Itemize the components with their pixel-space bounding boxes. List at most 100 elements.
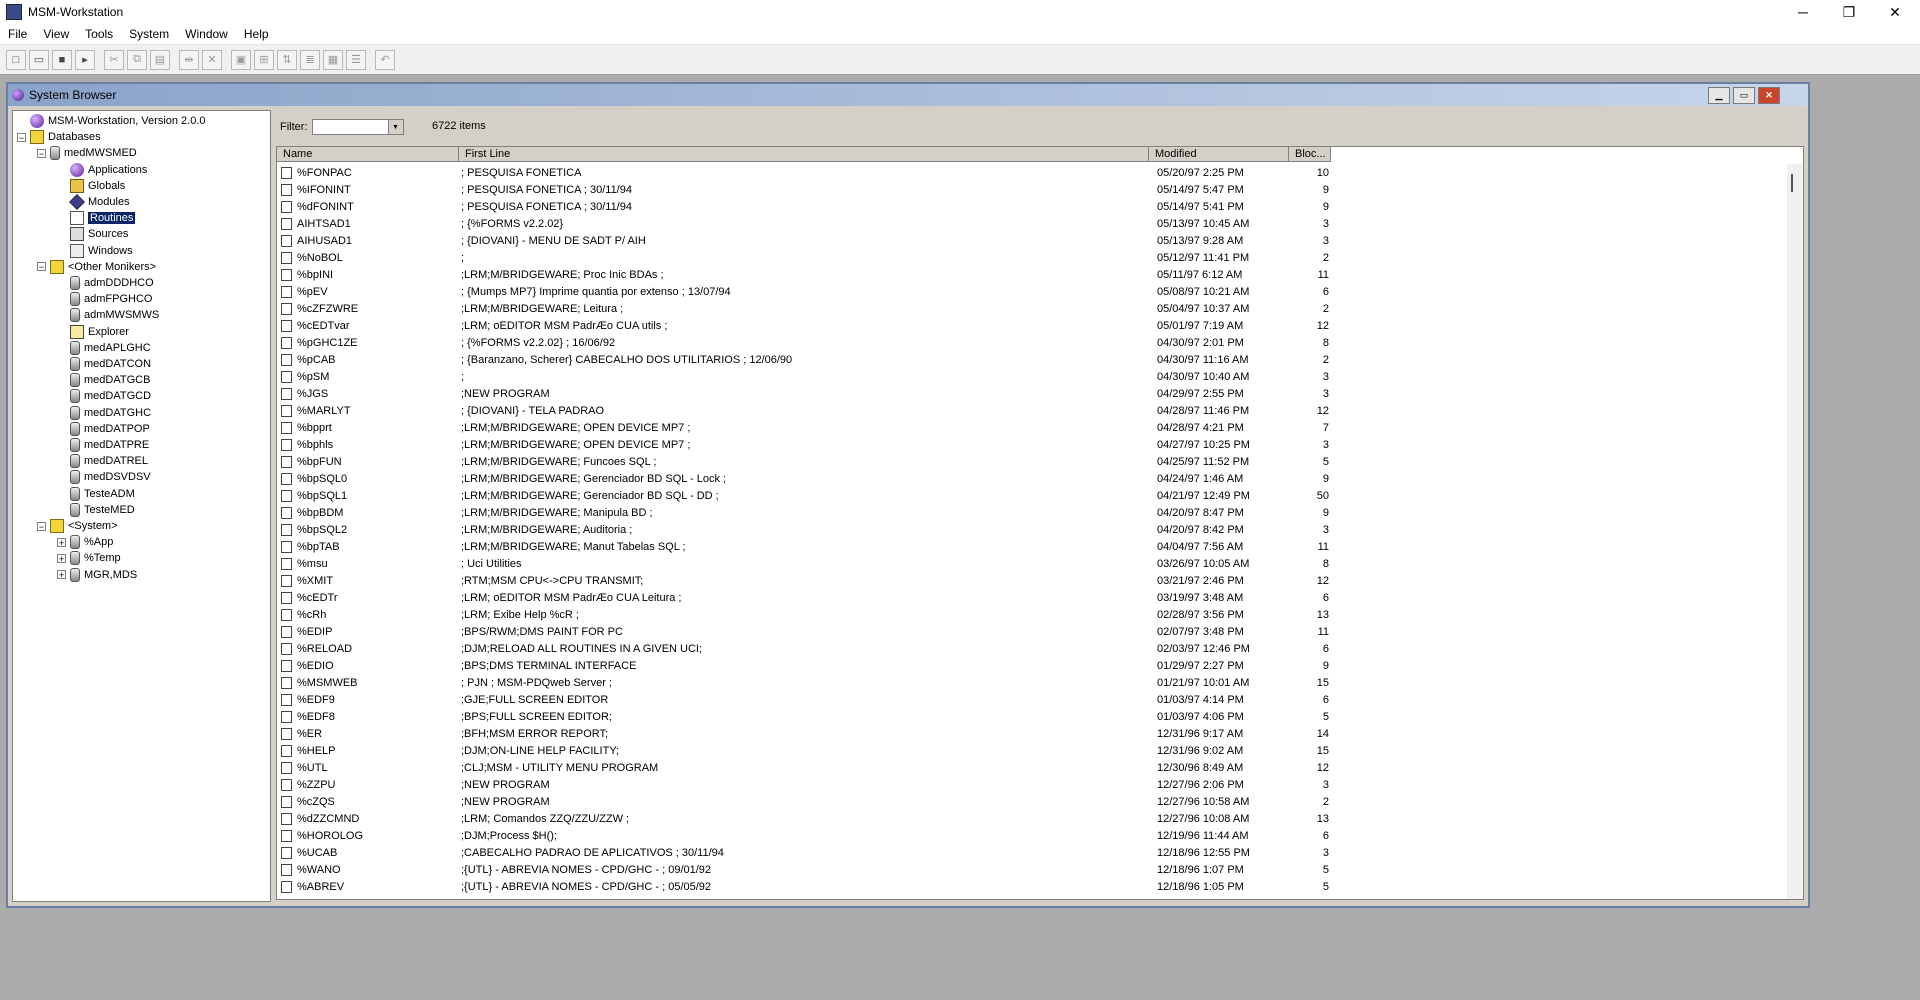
tree-node[interactable]: admFPGHCO: [57, 291, 152, 307]
column-header-modified[interactable]: Modified: [1149, 147, 1289, 162]
table-row[interactable]: %dZZCMND ;LRM; Comandos ZZQ/ZZU/ZZW ; 12/2…: [277, 810, 1785, 827]
undo-icon[interactable]: ↶: [375, 49, 395, 70]
tree-node[interactable]: Globals: [57, 178, 125, 194]
table-row[interactable]: %HELP ;DJM;ON-LINE HELP FACILITY; 12/31/96…: [277, 742, 1785, 759]
collapse-icon[interactable]: −: [37, 262, 46, 272]
table-row[interactable]: %EDF9 ;GJE;FULL SCREEN EDITOR 01/03/97 4:1…: [277, 691, 1785, 708]
tree-node[interactable]: Routines: [57, 210, 136, 226]
tree-node[interactable]: − Databases: [17, 129, 101, 145]
table-row[interactable]: %MARLYT ; {DIOVANI} - TELA PADRAO 04/28/97…: [277, 402, 1785, 419]
table-row[interactable]: %bpINI ;LRM;M/BRIDGEWARE; Proc Inic BDAs …: [277, 266, 1785, 283]
column-header-first-line[interactable]: First Line: [459, 147, 1149, 162]
table-row[interactable]: %HOROLOG ;DJM;Process $H(); 12/19/96 11:44…: [277, 827, 1785, 844]
tree-node[interactable]: medDATPOP: [57, 421, 150, 437]
table-row[interactable]: %NoBOL; 05/12/97 11:41 PM 2: [277, 249, 1785, 266]
tree-node[interactable]: Sources: [57, 226, 128, 242]
menu-file[interactable]: File: [0, 27, 35, 41]
tree-node[interactable]: + %App: [57, 534, 113, 550]
tree-node[interactable]: Modules: [57, 194, 130, 210]
vertical-scrollbar[interactable]: [1787, 164, 1803, 899]
table-row[interactable]: %bpprt ;LRM;M/BRIDGEWARE; OPEN DEVICE MP7…: [277, 419, 1785, 436]
tree-node[interactable]: medDATGHC: [57, 405, 151, 421]
table-row[interactable]: %MSMWEB ; PJN ; MSM-PDQweb Server ; 01/21/…: [277, 674, 1785, 691]
tree-icon[interactable]: ⊞: [254, 49, 274, 70]
tree-node[interactable]: TesteMED: [57, 502, 135, 518]
table-row[interactable]: %bpSQL2 ;LRM;M/BRIDGEWARE; Auditoria ; 04/…: [277, 521, 1785, 538]
table-row[interactable]: %cEDTr ;LRM; oEDITOR MSM PadrÆo CUA Leitu…: [277, 589, 1785, 606]
table-row[interactable]: %cRh ;LRM; Exibe Help %cR ; 02/28/97 3:56 …: [277, 606, 1785, 623]
table-row[interactable]: %pSM; 04/30/97 10:40 AM 3: [277, 368, 1785, 385]
expand-icon[interactable]: +: [57, 553, 66, 563]
tree-node[interactable]: TesteADM: [57, 486, 135, 502]
sort-icon[interactable]: ⇅: [277, 49, 297, 70]
open-icon[interactable]: ▭: [29, 49, 49, 70]
table-row[interactable]: %EDIP ;BPS/RWM;DMS PAINT FOR PC 02/07/97 3…: [277, 623, 1785, 640]
close-button[interactable]: ✕: [1872, 0, 1918, 24]
table-icon[interactable]: ▦: [323, 49, 343, 70]
maximize-button[interactable]: ❐: [1826, 0, 1872, 24]
table-row[interactable]: %dFONINT ; PESQUISA FONETICA ; 30/11/94 05…: [277, 198, 1785, 215]
new-icon[interactable]: □: [6, 49, 26, 70]
routines-list[interactable]: Name First Line Modified Bloc... %FONPAC…: [276, 146, 1804, 900]
table-row[interactable]: AIHUSAD1 ; {DIOVANI} - MENU DE SADT P/ AI…: [277, 232, 1785, 249]
expand-icon[interactable]: +: [57, 537, 66, 547]
tree-node[interactable]: MSM-Workstation, Version 2.0.0: [17, 113, 206, 129]
table-row[interactable]: %bpSQL1 ;LRM;M/BRIDGEWARE; Gerenciador BD…: [277, 487, 1785, 504]
child-restore-button[interactable]: ▭: [1733, 87, 1755, 104]
tree-node[interactable]: medDATGCD: [57, 388, 151, 404]
chevron-down-icon[interactable]: ▼: [387, 120, 403, 134]
properties-icon[interactable]: ▣: [231, 49, 251, 70]
menu-help[interactable]: Help: [236, 27, 277, 41]
menu-tools[interactable]: Tools: [77, 27, 121, 41]
tree-node[interactable]: medDATGCB: [57, 372, 150, 388]
tree-node[interactable]: medDATPRE: [57, 437, 149, 453]
tree-node[interactable]: − medMWSMED: [37, 145, 137, 161]
copy-icon[interactable]: ⧉: [127, 49, 147, 70]
table-row[interactable]: %EDF8 ;BPS;FULL SCREEN EDITOR; 01/03/97 4:…: [277, 708, 1785, 725]
paste-icon[interactable]: ▤: [150, 49, 170, 70]
child-close-button[interactable]: ✕: [1758, 87, 1780, 104]
tree-node[interactable]: − <System>: [37, 518, 118, 534]
table-row[interactable]: %cEDTvar ;LRM; oEDITOR MSM PadrÆo CUA uti…: [277, 317, 1785, 334]
column-header-blocks[interactable]: Bloc...: [1289, 147, 1331, 162]
table-row[interactable]: %cZFZWRE ;LRM;M/BRIDGEWARE; Leitura ; 05/0…: [277, 300, 1785, 317]
minimize-button[interactable]: ─: [1780, 0, 1826, 24]
table-row[interactable]: %pEV ; {Mumps MP7} Imprime quantia por ex…: [277, 283, 1785, 300]
table-row[interactable]: %EDIO ;BPS;DMS TERMINAL INTERFACE 01/29/97…: [277, 657, 1785, 674]
table-row[interactable]: %FONPAC ; PESQUISA FONETICA 05/20/97 2:25 …: [277, 164, 1785, 181]
table-row[interactable]: %msu ; Uci Utilities 03/26/97 10:05 AM 8: [277, 555, 1785, 572]
tree-node[interactable]: medDATCON: [57, 356, 151, 372]
table-row[interactable]: %RELOAD ;DJM;RELOAD ALL ROUTINES IN A GIV…: [277, 640, 1785, 657]
table-row[interactable]: %cZQS ;NEW PROGRAM 12/27/96 10:58 AM 2: [277, 793, 1785, 810]
table-row[interactable]: AIHTSAD1 ; {%FORMS v2.2.02} 05/13/97 10:45…: [277, 215, 1785, 232]
collapse-icon[interactable]: −: [37, 521, 46, 531]
table-row[interactable]: %bpFUN ;LRM;M/BRIDGEWARE; Funcoes SQL ; 04…: [277, 453, 1785, 470]
tree-node[interactable]: admDDDHCO: [57, 275, 154, 291]
table-row[interactable]: %bphls ;LRM;M/BRIDGEWARE; OPEN DEVICE MP7…: [277, 436, 1785, 453]
table-row[interactable]: %ZZPU ;NEW PROGRAM 12/27/96 2:06 PM 3: [277, 776, 1785, 793]
system-browser-titlebar[interactable]: System Browser: [8, 84, 1808, 106]
align-icon[interactable]: ≣: [300, 49, 320, 70]
tree-node[interactable]: Windows: [57, 243, 133, 259]
table-row[interactable]: %UCAB ;CABECALHO PADRAO DE APLICATIVOS ; …: [277, 844, 1785, 861]
table-row[interactable]: %IFONINT ; PESQUISA FONETICA ; 30/11/94 05…: [277, 181, 1785, 198]
table-row[interactable]: %bpTAB ;LRM;M/BRIDGEWARE; Manut Tabelas S…: [277, 538, 1785, 555]
tree-node[interactable]: medDSVDSV: [57, 469, 151, 485]
delete-icon[interactable]: ✕: [202, 49, 222, 70]
table-row[interactable]: %pGHC1ZE ; {%FORMS v2.2.02} ; 16/06/92 04/…: [277, 334, 1785, 351]
table-row[interactable]: %WANO ;{UTL} - ABREVIA NOMES - CPD/GHC - …: [277, 861, 1785, 878]
save-icon[interactable]: ■: [52, 49, 72, 70]
collapse-icon[interactable]: −: [17, 132, 26, 142]
tree-node[interactable]: Applications: [57, 162, 147, 178]
expand-icon[interactable]: +: [57, 570, 66, 580]
scrollbar-thumb[interactable]: [1791, 174, 1793, 192]
table-row[interactable]: %XMIT ;RTM;MSM CPU<->CPU TRANSMIT; 03/21/9…: [277, 572, 1785, 589]
tree-node[interactable]: medAPLGHC: [57, 340, 151, 356]
cut-icon[interactable]: ✂: [104, 49, 124, 70]
table-row[interactable]: %bpSQL0 ;LRM;M/BRIDGEWARE; Gerenciador BD…: [277, 470, 1785, 487]
table-row[interactable]: %ABREV ;{UTL} - ABREVIA NOMES - CPD/GHC -…: [277, 878, 1785, 895]
list-icon[interactable]: ☰: [346, 49, 366, 70]
tree-node[interactable]: − <Other Monikers>: [37, 259, 156, 275]
menu-system[interactable]: System: [121, 27, 177, 41]
table-row[interactable]: %UTL ;CLJ;MSM - UTILITY MENU PROGRAM 12/30…: [277, 759, 1785, 776]
